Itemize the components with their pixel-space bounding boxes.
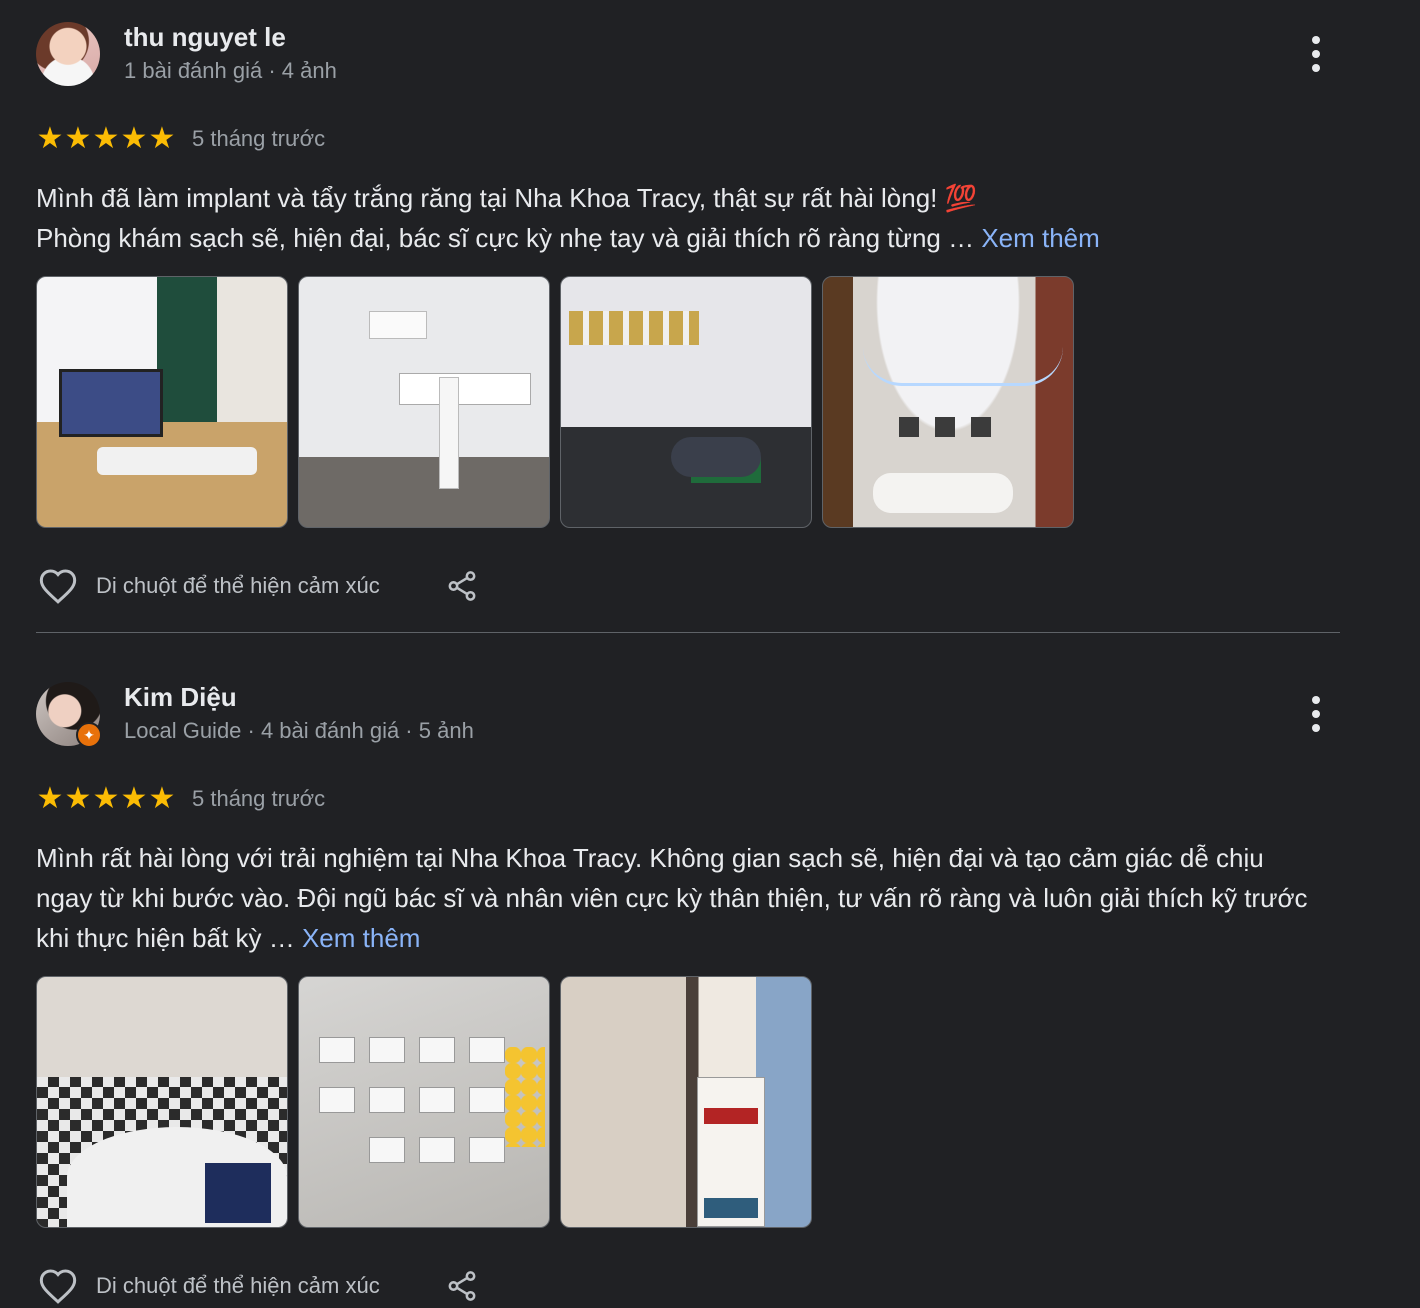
reviewer-name[interactable]: thu nguyet le xyxy=(124,22,286,53)
review-photos xyxy=(36,976,1340,1228)
photo-detail xyxy=(419,1087,455,1113)
photo-detail xyxy=(569,311,699,345)
review-time: 5 tháng trước xyxy=(192,786,326,811)
photo-detail xyxy=(873,473,1013,513)
star-icon: ★ xyxy=(36,122,64,155)
review-card: ✦ Kim Diệu Local Guide · 4 bài đánh giá … xyxy=(36,680,1340,1308)
local-guide-badge-icon: ✦ xyxy=(76,722,102,748)
react-button[interactable] xyxy=(36,564,80,608)
photo-detail xyxy=(899,417,919,437)
photo-detail xyxy=(369,1037,405,1063)
photo-detail xyxy=(419,1137,455,1163)
photo-detail xyxy=(439,377,459,489)
star-icon: ★ xyxy=(36,782,64,815)
photo-detail xyxy=(205,1163,271,1223)
share-button[interactable] xyxy=(440,564,484,608)
review-actions: Di chuột để thể hiện cảm xúc xyxy=(36,1264,1340,1308)
review-text: Mình rất hài lòng với trải nghiệm tại Nh… xyxy=(36,838,1326,958)
photo-detail xyxy=(369,311,427,339)
review-header: thu nguyet le 1 bài đánh giá · 4 ảnh xyxy=(36,20,1340,88)
more-vert-icon xyxy=(1312,36,1320,44)
star-icon: ★ xyxy=(92,122,120,155)
star-icon: ★ xyxy=(148,122,176,155)
rating-row: ★ ★ ★ ★ ★ 5 tháng trước xyxy=(36,110,1340,168)
review-photo[interactable] xyxy=(560,976,812,1228)
star-rating: ★ ★ ★ ★ ★ xyxy=(36,124,176,154)
photo-detail xyxy=(704,1108,758,1124)
photo-detail xyxy=(469,1137,505,1163)
review-text-line-2: Phòng khám sạch sẽ, hiện đại, bác sĩ cực… xyxy=(36,223,982,253)
more-options-button[interactable] xyxy=(1300,30,1332,78)
photo-detail xyxy=(971,417,991,437)
see-more-link[interactable]: Xem thêm xyxy=(981,223,1100,253)
review-time: 5 tháng trước xyxy=(192,126,326,151)
more-options-button[interactable] xyxy=(1300,690,1332,738)
photo-detail xyxy=(469,1037,505,1063)
review-photo[interactable] xyxy=(36,276,288,528)
review-photo[interactable] xyxy=(298,276,550,528)
review-photo[interactable] xyxy=(822,276,1074,528)
react-hint-label: Di chuột để thể hiện cảm xúc xyxy=(96,573,380,598)
share-icon xyxy=(448,1271,476,1301)
review-header: ✦ Kim Diệu Local Guide · 4 bài đánh giá … xyxy=(36,680,1340,748)
star-icon: ★ xyxy=(64,122,92,155)
heart-outline-icon xyxy=(39,569,77,604)
photo-detail xyxy=(863,347,1063,386)
review-divider xyxy=(36,632,1340,633)
share-button[interactable] xyxy=(440,1264,484,1308)
reviewer-name[interactable]: Kim Diệu xyxy=(124,682,237,713)
star-icon: ★ xyxy=(92,782,120,815)
photo-detail xyxy=(704,1198,758,1218)
more-vert-dot xyxy=(1312,50,1320,58)
photo-detail xyxy=(319,1087,355,1113)
star-icon: ★ xyxy=(64,782,92,815)
react-button[interactable] xyxy=(36,1264,80,1308)
reviewer-meta: 1 bài đánh giá · 4 ảnh xyxy=(124,58,337,83)
star-rating: ★ ★ ★ ★ ★ xyxy=(36,784,176,814)
rating-row: ★ ★ ★ ★ ★ 5 tháng trước xyxy=(36,770,1340,828)
review-text-line: Mình đã làm implant và tẩy trắng răng tạ… xyxy=(36,183,977,213)
see-more-link[interactable]: Xem thêm xyxy=(302,923,421,953)
avatar[interactable] xyxy=(36,22,100,86)
reviews-list: thu nguyet le 1 bài đánh giá · 4 ảnh ★ ★… xyxy=(0,0,1420,1308)
review-actions: Di chuột để thể hiện cảm xúc xyxy=(36,564,1340,608)
photo-detail xyxy=(505,1047,545,1147)
photo-detail xyxy=(419,1037,455,1063)
review-text: Mình đã làm implant và tẩy trắng răng tạ… xyxy=(36,178,1326,258)
photo-detail xyxy=(671,437,761,477)
photo-detail xyxy=(369,1137,405,1163)
more-vert-icon xyxy=(1312,696,1320,704)
photo-detail xyxy=(59,369,163,437)
share-icon xyxy=(448,571,476,601)
more-vert-dot xyxy=(1312,64,1320,72)
react-hint-label: Di chuột để thể hiện cảm xúc xyxy=(96,1273,380,1298)
more-vert-dot xyxy=(1312,710,1320,718)
star-icon: ★ xyxy=(120,122,148,155)
photo-detail xyxy=(469,1087,505,1113)
photo-detail xyxy=(935,417,955,437)
star-icon: ★ xyxy=(120,782,148,815)
review-text-line: Phòng khám sạch sẽ, hiện đại, bác sĩ cực… xyxy=(36,218,1326,258)
reviewer-meta: Local Guide · 4 bài đánh giá · 5 ảnh xyxy=(124,718,474,743)
photo-detail xyxy=(97,447,257,475)
review-card: thu nguyet le 1 bài đánh giá · 4 ảnh ★ ★… xyxy=(36,20,1340,608)
review-photo[interactable] xyxy=(560,276,812,528)
more-vert-dot xyxy=(1312,724,1320,732)
photo-detail xyxy=(369,1087,405,1113)
photo-detail xyxy=(399,373,531,405)
photo-detail xyxy=(319,1037,355,1063)
review-photos xyxy=(36,276,1340,528)
review-photo[interactable] xyxy=(36,976,288,1228)
photo-detail xyxy=(697,1077,765,1227)
star-icon: ★ xyxy=(148,782,176,815)
review-photo[interactable] xyxy=(298,976,550,1228)
review-text-content: Mình rất hài lòng với trải nghiệm tại Nh… xyxy=(36,843,1308,953)
heart-outline-icon xyxy=(39,1269,77,1304)
